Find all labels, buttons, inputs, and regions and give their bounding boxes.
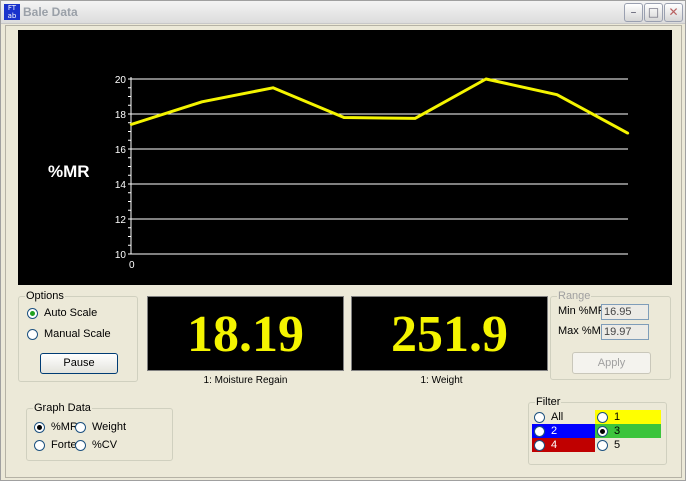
filter-2-label: 2: [551, 425, 558, 437]
range-legend: Range: [558, 290, 591, 302]
graph-mr-radio[interactable]: %MR: [34, 421, 78, 433]
auto-scale-label: Auto Scale: [44, 307, 98, 319]
graph-data-legend: Graph Data: [34, 402, 91, 414]
weight-value: 251.9: [391, 306, 508, 363]
moisture-value: 18.19: [187, 306, 304, 363]
filter-2-radio-dot[interactable]: [534, 425, 545, 437]
manual-scale-radio-dot[interactable]: [27, 328, 38, 340]
filter-5-label: 5: [614, 439, 621, 451]
bale-data-window: FT ab Bale Data – □ ✕ 20 18 16 14 12 10 0 %MR …: [0, 0, 686, 481]
filter-1-radio-dot[interactable]: [597, 411, 608, 423]
filter-5-radio-dot[interactable]: [597, 439, 608, 451]
weight-caption: 1: Weight: [420, 375, 463, 386]
auto-scale-radio-dot[interactable]: [27, 307, 38, 319]
minimize-button[interactable]: –: [624, 3, 643, 22]
y-tick-label-10: 10: [115, 250, 127, 261]
data-point: [413, 117, 417, 120]
options-legend: Options: [26, 290, 64, 302]
graph-weight-radio-dot[interactable]: [75, 421, 86, 433]
moisture-caption: 1: Moisture Regain: [203, 375, 288, 386]
min-mr-label: Min %MR: [558, 305, 606, 317]
manual-scale-label: Manual Scale: [44, 328, 111, 340]
filter-3-radio-dot[interactable]: [597, 425, 608, 437]
filter-1-label: 1: [614, 411, 621, 423]
moisture-chart: 20 18 16 14 12 10 0 %MR: [18, 30, 672, 285]
maximize-icon: □: [647, 5, 660, 19]
pause-button[interactable]: Pause: [40, 353, 118, 374]
filter-4-radio[interactable]: 4: [534, 439, 557, 451]
apply-button[interactable]: Apply: [572, 352, 651, 374]
window-title: Bale Data: [23, 5, 78, 19]
graph-mr-radio-dot[interactable]: [34, 421, 45, 433]
filter-3-radio[interactable]: 3: [597, 425, 620, 437]
y-tick-label-18: 18: [115, 110, 127, 121]
graph-forte-radio-dot[interactable]: [34, 439, 45, 451]
graph-weight-label: Weight: [92, 421, 127, 433]
y-tick-label-20: 20: [115, 75, 127, 86]
minimize-icon: –: [630, 5, 637, 19]
filter-all-radio-dot[interactable]: [534, 411, 545, 423]
moisture-readout: 18.19: [147, 296, 344, 371]
data-point: [129, 123, 133, 126]
auto-scale-radio[interactable]: Auto Scale: [27, 307, 97, 319]
manual-scale-radio[interactable]: Manual Scale: [27, 328, 111, 340]
filter-legend: Filter: [536, 396, 561, 408]
y-tick-label-14: 14: [115, 180, 127, 191]
data-point: [200, 100, 204, 103]
filter-2-radio[interactable]: 2: [534, 425, 557, 437]
data-point: [555, 93, 559, 96]
y-tick-label-16: 16: [115, 145, 127, 156]
x-origin-label: 0: [129, 260, 135, 271]
data-point: [342, 116, 346, 119]
chart-svg: 20 18 16 14 12 100: [115, 75, 630, 271]
series-line-0: [130, 77, 629, 135]
data-point: [484, 77, 488, 81]
close-button[interactable]: ✕: [664, 3, 683, 22]
graph-cv-label: %CV: [92, 439, 118, 451]
graph-forte-label: Forte: [51, 439, 77, 451]
filter-all-label: All: [551, 411, 564, 423]
graph-weight-radio[interactable]: Weight: [75, 421, 126, 433]
graph-forte-radio[interactable]: Forte: [34, 439, 77, 451]
weight-readout: 251.9: [351, 296, 548, 371]
filter-4-radio-dot[interactable]: [534, 439, 545, 451]
graph-mr-label: %MR: [51, 421, 78, 433]
app-icon[interactable]: FT ab: [4, 4, 20, 20]
data-point: [271, 86, 275, 89]
filter-4-label: 4: [551, 439, 558, 451]
title-bar[interactable]: FT ab Bale Data – □ ✕: [1, 1, 685, 24]
data-point: [626, 132, 630, 135]
close-icon: ✕: [668, 5, 679, 19]
max-mr-field[interactable]: 19.97: [601, 324, 649, 340]
chart-y-axis-label: %MR: [48, 162, 90, 181]
filter-5-radio[interactable]: 5: [597, 439, 620, 451]
min-mr-field[interactable]: 16.95: [601, 304, 649, 320]
filter-all-radio[interactable]: All: [534, 411, 563, 423]
filter-3-label: 3: [614, 425, 621, 437]
filter-1-radio[interactable]: 1: [597, 411, 620, 423]
graph-cv-radio[interactable]: %CV: [75, 439, 117, 451]
y-tick-label-12: 12: [115, 215, 127, 226]
graph-cv-radio-dot[interactable]: [75, 439, 86, 451]
maximize-button[interactable]: □: [644, 3, 663, 22]
